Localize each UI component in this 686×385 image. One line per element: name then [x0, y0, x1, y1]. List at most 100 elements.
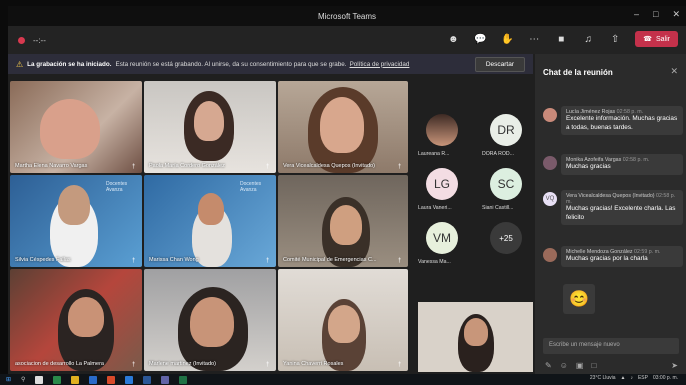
chat-message: VQ Vera Vicealcaldesa Quepos (Invitado) … [543, 190, 683, 225]
teams-icon[interactable] [161, 375, 170, 384]
reactions-icon[interactable]: ✋ [500, 32, 514, 46]
video-tile[interactable]: Paola María Cordero González † [144, 81, 276, 173]
more-participants-button[interactable]: +25 [490, 222, 522, 254]
search-icon[interactable]: ⚲ [21, 376, 25, 383]
video-tile[interactable]: Yanina Chaverri Rosales † [278, 269, 408, 371]
message-input[interactable]: Escribe un mensaje nuevo [543, 338, 679, 354]
message-time: 02:58 p. m. [622, 157, 650, 163]
close-chat-icon[interactable]: ✕ [670, 66, 678, 77]
banner-title: La grabación se ha iniciado. [27, 60, 112, 68]
mic-muted-icon: † [398, 258, 402, 264]
phone-icon: ☎ [643, 36, 652, 43]
participant-name: Comité Municipal de Emergencias C... [283, 257, 377, 263]
participant-name: asociacion de desarrollo La Palmera [15, 361, 104, 367]
leave-button[interactable]: ☎ Salir [635, 31, 678, 47]
brand-logo: Docentes Avanza [106, 181, 128, 193]
window-title: Microsoft Teams [317, 11, 377, 21]
task-view-icon[interactable] [35, 375, 44, 384]
maximize-icon[interactable]: □ [653, 9, 658, 20]
minimize-icon[interactable]: – [634, 9, 639, 20]
participant-face [320, 97, 364, 153]
brand-logo: Docentes Avanza [240, 181, 262, 193]
video-grid: Martha Elena Navarro Vargas † Paola Marí… [10, 81, 408, 371]
participant-face [194, 101, 224, 141]
chat-message: Lucía Jiménez Rojas 02:58 p. m. Excelent… [543, 106, 683, 135]
app-icon[interactable] [89, 375, 98, 384]
video-tile[interactable]: Vera Vicealcaldesa Quepos (Invitado) † [278, 81, 408, 173]
video-tile[interactable]: Marlene martinez (Invitado) † [144, 269, 276, 371]
meeting-timer: --:-- [33, 35, 46, 45]
participant-face [330, 205, 362, 245]
camera-icon[interactable]: ■ [554, 32, 568, 46]
mic-muted-icon: † [132, 258, 136, 264]
participants-icon[interactable]: ☻ [446, 32, 460, 46]
mic-muted-icon[interactable]: ♫ [581, 32, 595, 46]
dismiss-button[interactable]: Descartar [474, 57, 525, 72]
volume-icon[interactable]: ♪ [630, 375, 633, 381]
avatar[interactable]: VM [426, 222, 458, 254]
chat-message: Monika Azofeifa Vargas 02:58 p. m. Mucha… [543, 154, 683, 175]
mic-muted-icon: † [132, 164, 136, 170]
gif-icon[interactable]: ▣ [576, 361, 584, 370]
participant-name: Marlene martinez (Invitado) [149, 361, 216, 367]
message-text: Muchas gracias! Excelente charla. Las fe… [566, 205, 676, 221]
mic-muted-icon: † [266, 164, 270, 170]
close-icon[interactable]: ✕ [672, 9, 680, 20]
message-text: Excelente información. Muchas gracias a … [566, 115, 678, 131]
avatar[interactable] [426, 114, 458, 146]
chat-panel: Chat de la reunión ✕ Lucía Jiménez Rojas… [535, 54, 686, 376]
clock[interactable]: 03:00 p. m. [653, 375, 678, 381]
mic-muted-icon: † [266, 258, 270, 264]
more-options-icon[interactable]: ⋯ [527, 32, 541, 46]
avatar[interactable]: SC [490, 168, 522, 200]
roster-name: Vanessa Ma... [418, 259, 451, 265]
excel-icon[interactable] [179, 375, 188, 384]
avatar[interactable]: LG [426, 168, 458, 200]
roster-name: Laureana R... [418, 151, 450, 157]
send-icon[interactable]: ➤ [671, 361, 678, 370]
avatar [543, 248, 557, 262]
word-icon[interactable] [143, 375, 152, 384]
sticker-icon[interactable]: □ [591, 361, 596, 370]
teams-window: Microsoft Teams – □ ✕ --:-- ☻ 💬 ✋ ⋯ ■ ♫ … [8, 6, 686, 376]
roster-name: Laura Vaneri... [418, 205, 452, 211]
edge-icon[interactable] [125, 375, 134, 384]
emoji-icon[interactable]: ☺ [560, 361, 568, 370]
participant-face [328, 305, 360, 343]
participant-face [198, 193, 224, 225]
emoji-message: 😊 [563, 284, 595, 314]
language-indicator[interactable]: ESP [638, 375, 648, 381]
participant-name: Martha Elena Navarro Vargas [15, 163, 88, 169]
share-screen-icon[interactable]: ⇧ [608, 32, 622, 46]
mic-muted-icon: † [398, 164, 402, 170]
message-author: Vera Vicealcaldesa Quepos (Invitado) [566, 193, 655, 199]
weather-text[interactable]: 23°C Lluvia [590, 375, 616, 381]
start-icon[interactable]: ⊞ [6, 376, 11, 383]
recording-banner: ⚠ La grabación se ha iniciado. Esta reun… [8, 54, 533, 74]
chrome-icon[interactable] [107, 375, 116, 384]
avatar [543, 156, 557, 170]
video-tile[interactable]: Martha Elena Navarro Vargas † [10, 81, 142, 173]
video-tile[interactable]: asociacion de desarrollo La Palmera † [10, 269, 142, 371]
video-tile[interactable]: Comité Municipal de Emergencias C... † [278, 175, 408, 267]
mic-muted-icon: † [266, 362, 270, 368]
warning-icon: ⚠ [16, 59, 24, 69]
avatar[interactable]: DR [490, 114, 522, 146]
video-tile[interactable]: Docentes Avanza Marissa Chan Wong † [144, 175, 276, 267]
wifi-icon[interactable]: ▲ [621, 375, 626, 381]
avatar [543, 108, 557, 122]
avatar: VQ [543, 192, 557, 206]
participant-name: Marissa Chan Wong [149, 257, 199, 263]
chat-icon[interactable]: 💬 [473, 32, 487, 46]
participant-name: Silvia Céspedes Fallas [15, 257, 71, 263]
chat-message: Michelle Mendoza González 02:59 p. m. Mu… [543, 246, 683, 267]
folder-icon[interactable] [71, 375, 80, 384]
app-icon[interactable] [53, 375, 62, 384]
roster-name: DORA ROD... [482, 151, 514, 157]
self-view[interactable] [418, 302, 533, 372]
video-tile[interactable]: Docentes Avanza Silvia Céspedes Fallas † [10, 175, 142, 267]
message-text: Muchas gracias [566, 163, 611, 170]
format-icon[interactable]: ✎ [545, 361, 552, 370]
privacy-link[interactable]: Política de privacidad [350, 61, 410, 68]
mic-muted-icon: † [398, 362, 402, 368]
